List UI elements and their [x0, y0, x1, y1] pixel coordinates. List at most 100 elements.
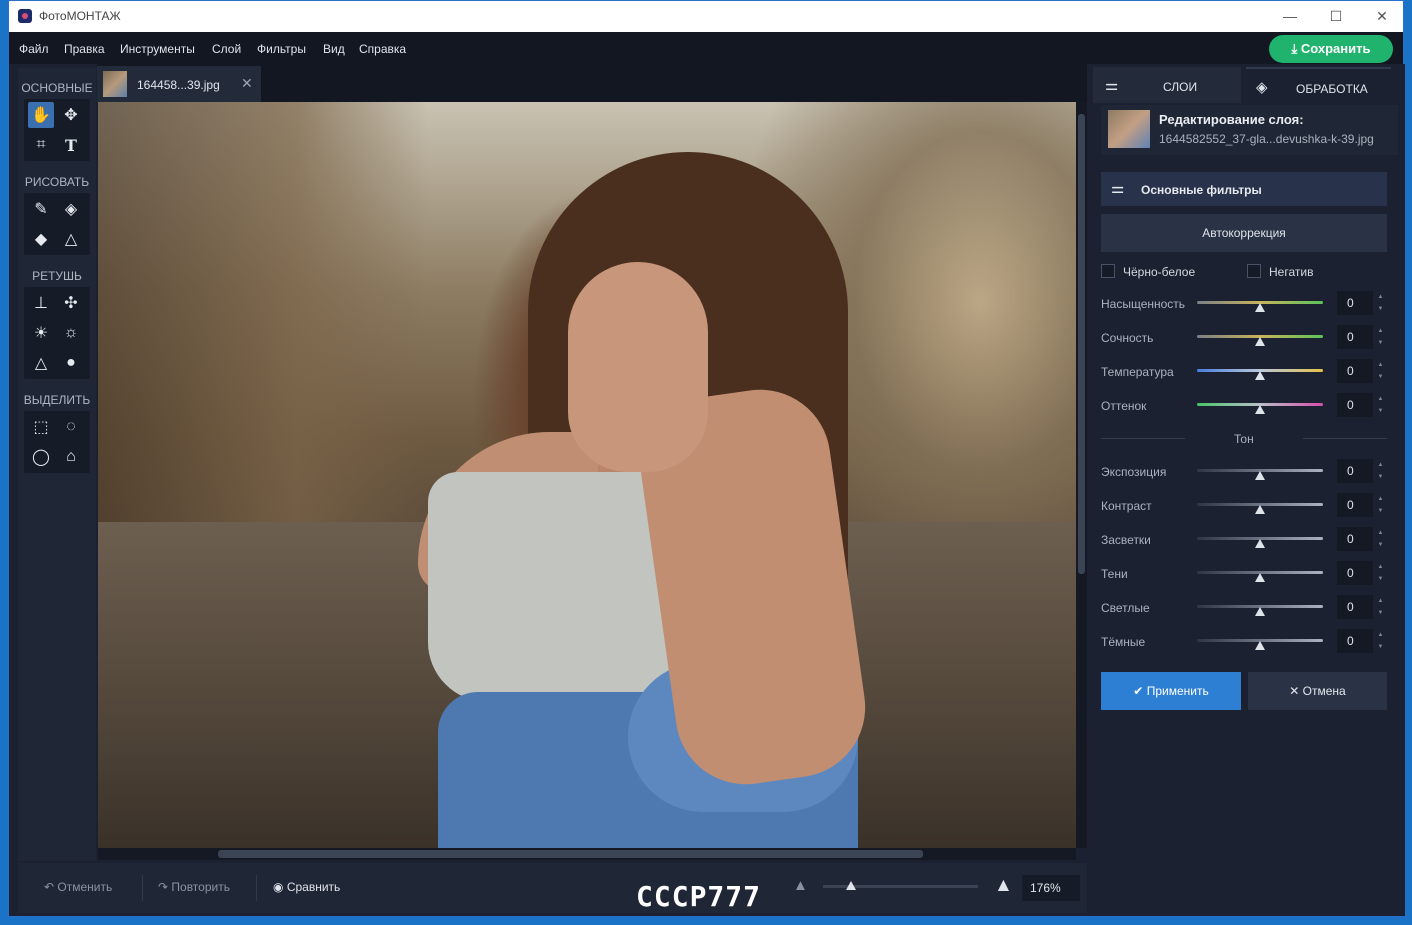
shadows-spinner[interactable]: ▲ ▼	[1376, 561, 1385, 585]
exposure-spinner[interactable]: ▲ ▼	[1376, 459, 1385, 483]
maximize-button[interactable]: ☐	[1313, 1, 1359, 32]
undo-button[interactable]: ↶ Отменить	[44, 880, 112, 894]
menu-tools[interactable]: Инструменты	[120, 42, 195, 56]
negative-checkbox[interactable]	[1247, 264, 1261, 278]
zoom-value[interactable]: 176%	[1022, 875, 1080, 901]
tool-group-draw: ✎ ◈ ◆ △	[24, 193, 90, 255]
vibrance-handle[interactable]	[1255, 337, 1265, 346]
shapes-icon[interactable]: △	[58, 226, 84, 252]
sharpen-icon[interactable]: △	[28, 350, 54, 376]
layer-title: Редактирование слоя:	[1159, 112, 1304, 127]
watermark-text: СССР777	[636, 880, 762, 913]
whites-value[interactable]: 0	[1337, 595, 1373, 619]
lasso-icon[interactable]: ◯	[28, 444, 54, 470]
shadows-value[interactable]: 0	[1337, 561, 1373, 585]
patch-icon[interactable]: ✣	[58, 290, 84, 316]
autocorrection-button[interactable]: Автокоррекция	[1101, 214, 1387, 252]
close-tab-icon[interactable]: ✕	[241, 75, 253, 92]
text-icon[interactable]: T	[58, 132, 84, 158]
vertical-scroll-thumb[interactable]	[1078, 114, 1085, 574]
close-icon: ✕	[1289, 684, 1303, 698]
minimize-button[interactable]: —	[1267, 1, 1313, 32]
contrast-value[interactable]: 0	[1337, 493, 1373, 517]
app-window: ФотоМОНТАЖ — ☐ ✕ Файл Правка Инструменты…	[8, 0, 1405, 917]
menu-bar: Файл Правка Инструменты Слой Фильтры Вид…	[9, 32, 1403, 64]
layers-icon: ◈	[1256, 79, 1268, 96]
document-name: 164458...39.jpg	[137, 78, 220, 92]
compare-button[interactable]: ◉ Сравнить	[273, 880, 340, 894]
saturation-spinner[interactable]: ▲ ▼	[1376, 291, 1385, 315]
temperature-value[interactable]: 0	[1337, 359, 1373, 383]
blur-drop-icon[interactable]: ●	[58, 350, 84, 376]
tint-spinner[interactable]: ▲ ▼	[1376, 393, 1385, 417]
temperature-handle[interactable]	[1255, 371, 1265, 380]
document-tab[interactable]: 164458...39.jpg ✕	[97, 66, 261, 102]
blacks-handle[interactable]	[1255, 641, 1265, 650]
cancel-button[interactable]: ✕ Отмена	[1248, 672, 1387, 710]
redo-button[interactable]: ↷ Повторить	[158, 880, 230, 894]
vibrance-value[interactable]: 0	[1337, 325, 1373, 349]
image-canvas[interactable]	[98, 102, 1076, 848]
rect-select-icon[interactable]: ⬚	[28, 414, 54, 440]
whites-handle[interactable]	[1255, 607, 1265, 616]
fill-bucket-icon[interactable]: ◆	[28, 226, 54, 252]
brush-icon[interactable]: ✎	[28, 196, 54, 222]
horizontal-scroll-thumb[interactable]	[218, 850, 923, 858]
contrast-spinner[interactable]: ▲ ▼	[1376, 493, 1385, 517]
exposure-handle[interactable]	[1255, 471, 1265, 480]
stamp-icon[interactable]: ⊥	[28, 290, 54, 316]
os-taskbar	[0, 917, 1412, 925]
close-window-button[interactable]: ✕	[1359, 1, 1405, 32]
redo-icon: ↷	[158, 880, 172, 894]
tool-section-select: ВЫДЕЛИТЬ	[23, 393, 91, 407]
highlights-handle[interactable]	[1255, 539, 1265, 548]
blacks-value[interactable]: 0	[1337, 629, 1373, 653]
horizontal-scrollbar[interactable]	[98, 848, 1076, 860]
menu-file[interactable]: Файл	[19, 42, 49, 56]
polygon-lasso-icon[interactable]: ⌂	[58, 444, 84, 470]
tool-section-basic: ОСНОВНЫЕ	[21, 81, 93, 95]
temperature-spinner[interactable]: ▲ ▼	[1376, 359, 1385, 383]
ellipse-select-icon[interactable]: ◌	[58, 414, 84, 440]
lighten-icon[interactable]: ☀	[28, 320, 54, 346]
menu-layer[interactable]: Слой	[212, 42, 241, 56]
saturation-value[interactable]: 0	[1337, 291, 1373, 315]
blacks-spinner[interactable]: ▲ ▼	[1376, 629, 1385, 653]
undo-icon: ↶	[44, 880, 58, 894]
tone-divider-right	[1303, 438, 1387, 439]
exposure-value[interactable]: 0	[1337, 459, 1373, 483]
zoom-slider-handle[interactable]	[845, 881, 856, 890]
zoom-in-icon[interactable]: ▲	[994, 875, 1013, 897]
menu-filters[interactable]: Фильтры	[257, 42, 306, 56]
apply-button[interactable]: ✔ Применить	[1101, 672, 1241, 710]
move-icon[interactable]: ✥	[58, 102, 84, 128]
menu-view[interactable]: Вид	[323, 42, 345, 56]
highlights-value[interactable]: 0	[1337, 527, 1373, 551]
highlights-spinner[interactable]: ▲ ▼	[1376, 527, 1385, 551]
tab-layers[interactable]: ⚌ СЛОИ	[1093, 67, 1241, 103]
menu-edit[interactable]: Правка	[64, 42, 105, 56]
save-button[interactable]: ⤓ Сохранить	[1269, 35, 1393, 63]
shadows-handle[interactable]	[1255, 573, 1265, 582]
vertical-scrollbar[interactable]	[1076, 102, 1087, 848]
darken-icon[interactable]: ☼	[58, 320, 84, 346]
document-thumbnail	[103, 71, 127, 97]
menu-help[interactable]: Справка	[359, 42, 406, 56]
basic-filters-header[interactable]: ⚌ Основные фильтры	[1101, 172, 1387, 206]
temperature-label: Температура	[1101, 365, 1174, 379]
saturation-handle[interactable]	[1255, 303, 1265, 312]
vibrance-spinner[interactable]: ▲ ▼	[1376, 325, 1385, 349]
tint-handle[interactable]	[1255, 405, 1265, 414]
tab-processing[interactable]: ◈ ОБРАБОТКА	[1246, 67, 1391, 103]
contrast-handle[interactable]	[1255, 505, 1265, 514]
zoom-out-icon[interactable]: ▲	[793, 877, 808, 894]
negative-label: Негатив	[1269, 265, 1314, 279]
tint-value[interactable]: 0	[1337, 393, 1373, 417]
bw-checkbox[interactable]	[1101, 264, 1115, 278]
blacks-label: Тёмные	[1101, 635, 1146, 649]
layer-thumbnail	[1108, 110, 1150, 148]
whites-spinner[interactable]: ▲ ▼	[1376, 595, 1385, 619]
eraser-icon[interactable]: ◈	[58, 196, 84, 222]
hand-icon[interactable]: ✋	[28, 102, 54, 128]
crop-icon[interactable]: ⌗	[28, 132, 54, 158]
